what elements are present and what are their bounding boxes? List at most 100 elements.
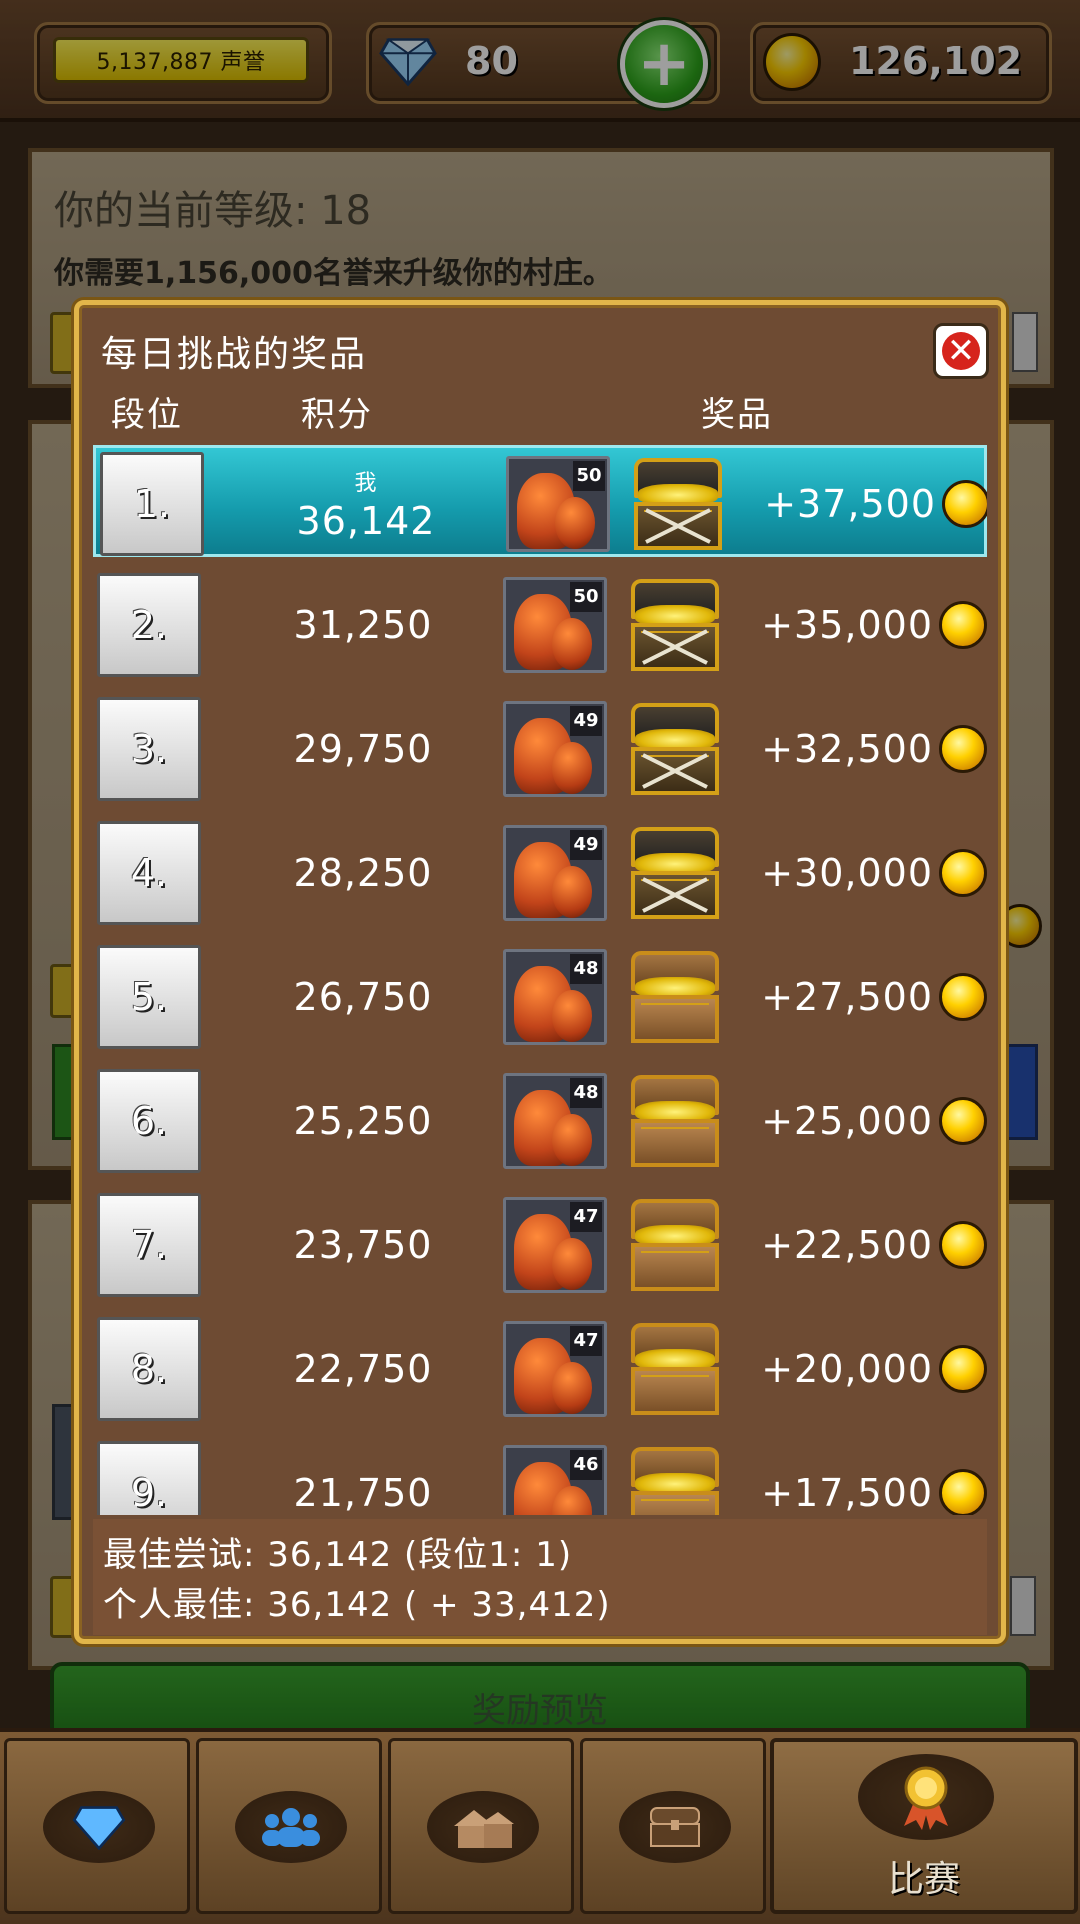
rank-badge: 8. (97, 1317, 201, 1421)
nav-tab-shop[interactable] (4, 1738, 190, 1914)
prize-row: 8. 22,750 47 +20,000 (93, 1313, 987, 1425)
tab-contest-label: 比赛 (887, 1859, 960, 1900)
rank-badge: 2. (97, 573, 201, 677)
dialog-footer: 最佳尝试: 36,142 (段位1: 1) 个人最佳: 36,142 ( + 3… (93, 1519, 987, 1635)
score-cell: 29,750 (233, 693, 493, 805)
gold-coin-icon (939, 1469, 987, 1515)
people-icon (235, 1791, 347, 1863)
gold-reward: +20,000 (761, 1347, 933, 1391)
me-label: 我 (354, 471, 378, 496)
rank-badge: 4. (97, 821, 201, 925)
treasure-chest-icon (623, 1443, 727, 1515)
treasure-chest-icon (623, 575, 727, 675)
score-value: 28,250 (293, 851, 433, 895)
dragon-level: 49 (570, 830, 602, 860)
gold-coin-icon (939, 725, 987, 773)
prize-row: 3. 29,750 49 +32,500 (93, 693, 987, 805)
dragon-level: 50 (570, 582, 602, 612)
nav-tab-social[interactable] (196, 1738, 382, 1914)
score-value: 31,250 (293, 603, 433, 647)
prize-row: 4. 28,250 49 +30,000 (93, 817, 987, 929)
column-header-score: 积分 (301, 395, 373, 435)
dragon-card-icon: 48 (503, 949, 607, 1045)
dragon-card-icon: 46 (503, 1445, 607, 1515)
gold-reward: +37,500 (764, 482, 936, 526)
nav-tab-contest[interactable]: 比赛 (770, 1738, 1078, 1914)
daily-challenge-prizes-dialog: 每日挑战的奖品 ✕ 段位 积分 奖品 1. 我 36,142 50 +37,500 2. 3… (74, 300, 1006, 1644)
score-cell: 我 36,142 (236, 448, 496, 560)
treasure-chest-icon (623, 823, 727, 923)
column-header-prize: 奖品 (701, 395, 773, 435)
close-button[interactable]: ✕ (933, 323, 989, 379)
dragon-card-icon: 47 (503, 1197, 607, 1293)
column-header-rank: 段位 (111, 395, 183, 435)
gold-reward: +22,500 (761, 1223, 933, 1267)
score-cell: 31,250 (233, 569, 493, 681)
medal-icon (858, 1754, 994, 1840)
gold-reward: +17,500 (761, 1471, 933, 1515)
dragon-level: 47 (570, 1326, 602, 1356)
gold-coin-icon (939, 601, 987, 649)
nav-tab-village[interactable] (388, 1738, 574, 1914)
dragon-level: 48 (570, 1078, 602, 1108)
dragon-card-icon: 50 (506, 456, 610, 552)
gold-coin-icon (939, 1345, 987, 1393)
gold-coin-icon (939, 1221, 987, 1269)
prize-row: 7. 23,750 47 +22,500 (93, 1189, 987, 1301)
nav-tab-chest[interactable] (580, 1738, 766, 1914)
treasure-chest-icon (623, 699, 727, 799)
treasure-chest-icon (623, 1319, 727, 1419)
rank-badge: 6. (97, 1069, 201, 1173)
dragon-card-icon: 47 (503, 1321, 607, 1417)
chest-icon (619, 1791, 731, 1863)
prize-row: 9. 21,750 46 +17,500 (93, 1437, 987, 1515)
score-cell: 26,750 (233, 941, 493, 1053)
dialog-title: 每日挑战的奖品 (101, 334, 368, 375)
rank-badge: 1. (100, 452, 204, 556)
personal-best-text: 个人最佳: 36,142 ( + 33,412) (103, 1585, 611, 1625)
gold-coin-icon (939, 1097, 987, 1145)
gold-reward: +27,500 (761, 975, 933, 1019)
rank-badge: 9. (97, 1441, 201, 1515)
prize-list[interactable]: 1. 我 36,142 50 +37,500 2. 31,250 50 +35,000 3. 29,… (93, 445, 987, 1515)
gold-coin-icon (939, 849, 987, 897)
dragon-level: 47 (570, 1202, 602, 1232)
house-icon (427, 1791, 539, 1863)
dragon-card-icon: 49 (503, 701, 607, 797)
rank-badge: 7. (97, 1193, 201, 1297)
my-rank-row: 1. 我 36,142 50 +37,500 (93, 445, 987, 557)
score-value: 21,750 (293, 1471, 433, 1515)
score-cell: 23,750 (233, 1189, 493, 1301)
gem-icon (43, 1791, 155, 1863)
score-value: 25,250 (293, 1099, 433, 1143)
dragon-level: 48 (570, 954, 602, 984)
dragon-level: 49 (570, 706, 602, 736)
score-value: 23,750 (293, 1223, 433, 1267)
treasure-chest-icon (623, 1071, 727, 1171)
gold-reward: +35,000 (761, 603, 933, 647)
dragon-level: 46 (570, 1450, 602, 1480)
treasure-chest-icon (623, 1195, 727, 1295)
score-cell: 25,250 (233, 1065, 493, 1177)
dragon-level: 50 (573, 461, 605, 491)
score-value: 26,750 (293, 975, 433, 1019)
score-cell: 22,750 (233, 1313, 493, 1425)
prize-row: 6. 25,250 48 +25,000 (93, 1065, 987, 1177)
gold-reward: +25,000 (761, 1099, 933, 1143)
rank-badge: 5. (97, 945, 201, 1049)
gold-reward: +30,000 (761, 851, 933, 895)
rank-badge: 3. (97, 697, 201, 801)
prize-row: 2. 31,250 50 +35,000 (93, 569, 987, 681)
gold-reward: +32,500 (761, 727, 933, 771)
score-value: 36,142 (296, 499, 436, 543)
gold-coin-icon (942, 480, 987, 528)
score-value: 22,750 (293, 1347, 433, 1391)
dragon-card-icon: 49 (503, 825, 607, 921)
prize-row: 5. 26,750 48 +27,500 (93, 941, 987, 1053)
score-cell: 28,250 (233, 817, 493, 929)
score-cell: 21,750 (233, 1437, 493, 1515)
best-try-text: 最佳尝试: 36,142 (段位1: 1) (103, 1535, 573, 1575)
score-value: 29,750 (293, 727, 433, 771)
gold-coin-icon (939, 973, 987, 1021)
dragon-card-icon: 48 (503, 1073, 607, 1169)
